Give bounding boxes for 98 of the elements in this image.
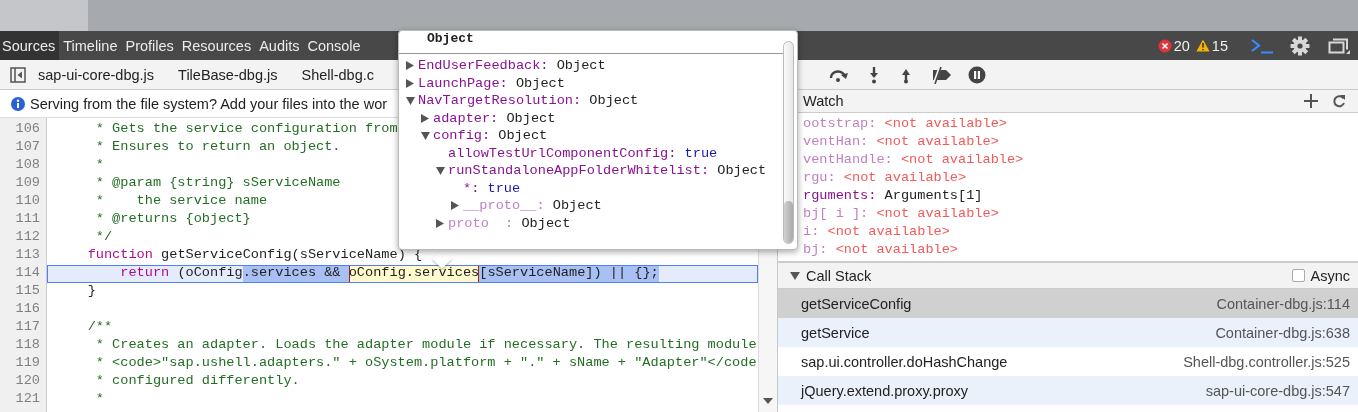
- pause-icon[interactable]: [968, 65, 986, 84]
- file-tab[interactable]: sap-ui-core-dbg.js: [26, 66, 167, 83]
- checkbox-label[interactable]: Async: [1310, 267, 1350, 284]
- watch-expression: ootstrap: <not available>: [803, 116, 1007, 131]
- scrollbar[interactable]: [783, 41, 794, 244]
- source-location[interactable]: Container-dbg.js:638: [1215, 324, 1350, 341]
- code-line: }: [86, 283, 96, 300]
- function-name: getServiceConfig: [801, 295, 912, 312]
- line-number: 113: [14, 247, 41, 264]
- panel-tab[interactable]: Profiles: [121, 31, 178, 60]
- error-icon: [1157, 38, 1172, 53]
- line-number: 110: [14, 193, 41, 210]
- line-number: 108: [14, 157, 41, 174]
- source-location[interactable]: Container-dbg.js:114: [1216, 295, 1350, 312]
- expand-triangle-icon[interactable]: [406, 78, 415, 88]
- property-entry[interactable]: __proto__: Object: [463, 198, 602, 214]
- expand-triangle-icon[interactable]: [451, 201, 460, 211]
- code-line: * Ensures to return an object.: [94, 139, 341, 156]
- expand-triangle-icon[interactable]: [421, 113, 430, 123]
- panel-tab[interactable]: Audits: [255, 31, 304, 60]
- settings-icon[interactable]: [1290, 35, 1310, 56]
- section-title[interactable]: Call Stack: [806, 267, 872, 284]
- code-line: * Gets the service configuration from: [94, 121, 398, 138]
- line-number: 117: [14, 319, 41, 336]
- line-number: 106: [14, 121, 41, 138]
- code-line: *: [94, 391, 104, 408]
- line-number: 115: [14, 283, 41, 300]
- line-number: 112: [14, 229, 41, 246]
- panel-tab[interactable]: Resources: [177, 31, 256, 60]
- call-frame[interactable]: sap.ui.controller.doHashChange Shell-dbg.controller.js:525: [778, 347, 1358, 376]
- property-entry[interactable]: config: Object: [433, 128, 548, 144]
- property-entry[interactable]: allowTestUrlComponentConfig: true: [448, 145, 718, 161]
- property-entry[interactable]: runStandaloneAppFolderWhitelist: Object: [448, 163, 767, 179]
- watch-expression: bj: <not available>: [803, 242, 959, 257]
- watch-expression: ventHandle: <not available>: [803, 152, 1024, 167]
- watch-expression: ventHan: <not available>: [803, 134, 999, 149]
- property-entry[interactable]: EndUserFeedback: Object: [418, 58, 606, 74]
- expand-triangle-icon[interactable]: [406, 61, 415, 71]
- sidebar-toggle-icon[interactable]: [10, 66, 26, 83]
- call-frame[interactable]: jQuery.extend.proxy.proxy sap-ui-core-dbg.js:547: [778, 376, 1358, 405]
- property-entry[interactable]: *: true: [463, 180, 521, 196]
- line-number: 107: [14, 139, 41, 156]
- line-number: 120: [14, 373, 41, 390]
- property-entry[interactable]: adapter: Object: [433, 110, 556, 126]
- line-number: 116: [14, 301, 41, 318]
- line-number: 114: [14, 265, 41, 282]
- watch-expression: i: <not available>: [803, 224, 950, 239]
- source-location[interactable]: Shell-dbg.controller.js:525: [1183, 353, 1350, 370]
- function-name: getService: [801, 324, 870, 341]
- line-number: 111: [14, 211, 41, 228]
- code-line: * <code>"sap.ushell.adapters." + oSystem.platform + "." + sName + "Adapter"</code: [94, 355, 757, 372]
- file-tab[interactable]: Shell-dbg.c: [289, 66, 386, 83]
- collapse-triangle-icon[interactable]: [790, 270, 800, 281]
- add-icon[interactable]: [1304, 94, 1318, 108]
- watch-expression: bj[ i ]: <not available>: [803, 206, 999, 221]
- popover-title: Object: [399, 31, 783, 54]
- checkbox[interactable]: [1291, 269, 1305, 282]
- line-number: 109: [14, 175, 41, 192]
- panel-tab[interactable]: Timeline: [59, 31, 122, 60]
- warning-count: 15: [1211, 37, 1228, 54]
- call-frame[interactable]: getService Container-dbg.js:638: [778, 318, 1358, 347]
- call-frame[interactable]: getServiceConfig Container-dbg.js:114: [778, 289, 1358, 318]
- watch-expression: rguments: Arguments[1]: [803, 188, 983, 203]
- section-title[interactable]: Watch: [803, 93, 844, 109]
- property-entry[interactable]: proto : Object: [448, 215, 571, 231]
- function-name: sap.ui.controller.doHashChange: [801, 353, 1008, 370]
- code-line: /**: [86, 319, 113, 336]
- panel-tab[interactable]: Console: [303, 31, 365, 60]
- collapse-triangle-icon[interactable]: [421, 131, 430, 141]
- info-message: Serving from the file system? Add your files into the wor: [30, 95, 388, 112]
- console-icon[interactable]: [1250, 37, 1274, 54]
- warning-icon: [1195, 39, 1210, 52]
- scroll-down-icon[interactable]: [763, 398, 773, 404]
- line-number: 119: [14, 355, 41, 372]
- line-number: 118: [14, 337, 41, 354]
- refresh-icon[interactable]: [1332, 94, 1346, 108]
- deactivate-breakpoints-icon[interactable]: [930, 65, 952, 84]
- source-location[interactable]: sap-ui-core-dbg.js:547: [1205, 382, 1350, 399]
- collapse-triangle-icon[interactable]: [436, 166, 445, 176]
- watch-expression: rgu: <not available>: [803, 170, 967, 185]
- info-icon: [11, 96, 25, 111]
- error-count: 20: [1173, 37, 1190, 54]
- function-name: jQuery.extend.proxy.proxy: [801, 382, 969, 399]
- code-line: * Creates an adapter. Loads the adapter module if necessary. The resulting module: [94, 337, 757, 354]
- file-tab[interactable]: TileBase-dbg.js: [166, 66, 290, 83]
- code-line: *: [94, 157, 104, 174]
- property-entry[interactable]: LaunchPage: Object: [418, 75, 565, 91]
- expand-triangle-icon[interactable]: [436, 218, 445, 228]
- collapse-triangle-icon[interactable]: [406, 96, 415, 106]
- code-line: * the service name: [94, 193, 268, 210]
- code-line: * configured differently.: [94, 373, 300, 390]
- line-number: 121: [14, 391, 41, 408]
- code-line: * @returns {object}: [94, 211, 251, 228]
- property-entry[interactable]: NavTargetResolution: Object: [418, 93, 639, 109]
- dock-icon[interactable]: [1328, 36, 1350, 55]
- code-line: * @param {string} sServiceName: [94, 175, 341, 192]
- panel-tab[interactable]: Sources: [0, 31, 60, 60]
- code-line: */: [94, 229, 113, 246]
